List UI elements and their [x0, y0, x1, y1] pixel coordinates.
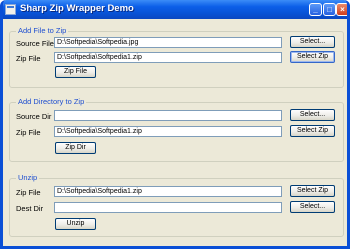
- maximize-button[interactable]: □: [323, 3, 336, 16]
- add-file-group: Add File to Zip Source File D:\Softpedia…: [9, 26, 344, 88]
- source-file-label: Source File: [16, 39, 54, 48]
- maximize-icon: □: [327, 5, 332, 14]
- close-button[interactable]: ×: [336, 3, 347, 16]
- unzip-zip-file-label: Zip File: [16, 188, 41, 197]
- app-icon: [5, 4, 16, 15]
- zip-file-input[interactable]: D:\Softpedia\Softpedia1.zip: [54, 52, 282, 63]
- source-file-input[interactable]: D:\Softpedia\Softpedia.jpg: [54, 37, 282, 48]
- add-directory-legend: Add Directory to Zip: [16, 97, 87, 106]
- zip-file-button[interactable]: Zip File: [55, 66, 96, 78]
- select-source-file-button[interactable]: Select...: [290, 36, 335, 48]
- add-file-legend: Add File to Zip: [16, 26, 69, 35]
- title-bar[interactable]: Sharp Zip Wrapper Demo _ □ ×: [3, 0, 347, 19]
- dir-select-zip-button[interactable]: Select Zip: [290, 125, 335, 137]
- unzip-zip-file-input[interactable]: D:\Softpedia\Softpedia1.zip: [54, 186, 282, 197]
- source-dir-label: Source Dir: [16, 112, 52, 121]
- close-icon: ×: [340, 5, 345, 14]
- dest-dir-label: Dest Dir: [16, 204, 44, 213]
- unzip-select-zip-button[interactable]: Select Zip: [290, 185, 335, 197]
- window-title: Sharp Zip Wrapper Demo: [20, 3, 134, 14]
- source-dir-input[interactable]: [54, 110, 282, 121]
- select-source-dir-button[interactable]: Select...: [290, 109, 335, 121]
- zip-file-label: Zip File: [16, 54, 41, 63]
- unzip-button[interactable]: Unzip: [55, 218, 96, 230]
- select-zip-button[interactable]: Select Zip: [290, 51, 335, 63]
- dir-zip-file-input[interactable]: D:\Softpedia\Softpedia1.zip: [54, 126, 282, 137]
- app-window: Sharp Zip Wrapper Demo _ □ × Add File to…: [0, 0, 350, 249]
- unzip-group: Unzip Zip File D:\Softpedia\Softpedia1.z…: [9, 173, 344, 237]
- minimize-icon: _: [313, 5, 318, 14]
- add-directory-group: Add Directory to Zip Source Dir Select..…: [9, 97, 344, 162]
- dest-dir-input[interactable]: [54, 202, 282, 213]
- unzip-legend: Unzip: [16, 173, 40, 182]
- dir-zip-file-label: Zip File: [16, 128, 41, 137]
- select-dest-dir-button[interactable]: Select...: [290, 201, 335, 213]
- minimize-button[interactable]: _: [309, 3, 322, 16]
- zip-dir-button[interactable]: Zip Dir: [55, 142, 96, 154]
